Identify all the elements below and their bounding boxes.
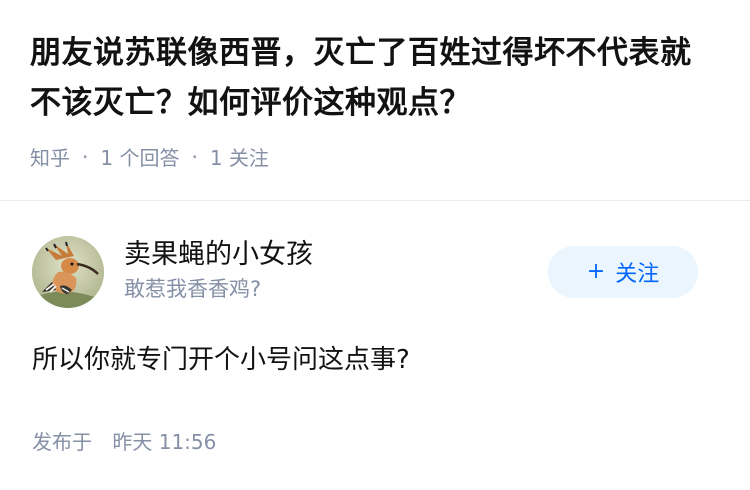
follower-count[interactable]: 1 关注 xyxy=(210,142,269,171)
publish-time: 昨天 11:56 xyxy=(112,430,217,454)
avatar[interactable] xyxy=(32,236,104,308)
answer-card: 卖果蝇的小女孩 敢惹我香香鸡? + 关注 所以你就专门开个小号问这点事? 发布于… xyxy=(0,202,750,490)
time-prefix: 发布于 xyxy=(32,430,92,454)
answer-count[interactable]: 1 个回答 xyxy=(100,142,179,171)
question-title[interactable]: 朋友说苏联像西晋，灭亡了百姓过得坏不代表就不该灭亡？如何评价这种观点？ xyxy=(30,28,720,128)
question-header: 朋友说苏联像西晋，灭亡了百姓过得坏不代表就不该灭亡？如何评价这种观点？ 知乎 ·… xyxy=(0,0,750,172)
author-bio: 敢惹我香香鸡? xyxy=(124,277,262,301)
hoopoe-bird-avatar-icon xyxy=(32,236,104,308)
author-name[interactable]: 卖果蝇的小女孩 xyxy=(124,236,313,274)
answer-page: 朋友说苏联像西晋，灭亡了百姓过得坏不代表就不该灭亡？如何评价这种观点？ 知乎 ·… xyxy=(0,0,750,490)
author-info: 卖果蝇的小女孩 敢惹我香香鸡? xyxy=(124,236,313,304)
plus-icon: + xyxy=(586,259,606,284)
question-meta: 知乎 · 1 个回答 · 1 关注 xyxy=(30,142,720,171)
follow-button[interactable]: + 关注 xyxy=(548,246,698,298)
follow-button-label: 关注 xyxy=(615,262,660,287)
answer-time: 发布于 昨天 11:56 xyxy=(32,426,216,455)
meta-separator: · xyxy=(82,144,89,169)
answer-content[interactable]: 所以你就专门开个小号问这点事? xyxy=(32,340,410,380)
site-name[interactable]: 知乎 xyxy=(30,142,70,171)
section-divider xyxy=(0,200,750,201)
meta-separator: · xyxy=(191,144,198,169)
author-row: 卖果蝇的小女孩 敢惹我香香鸡? + 关注 xyxy=(32,236,718,308)
